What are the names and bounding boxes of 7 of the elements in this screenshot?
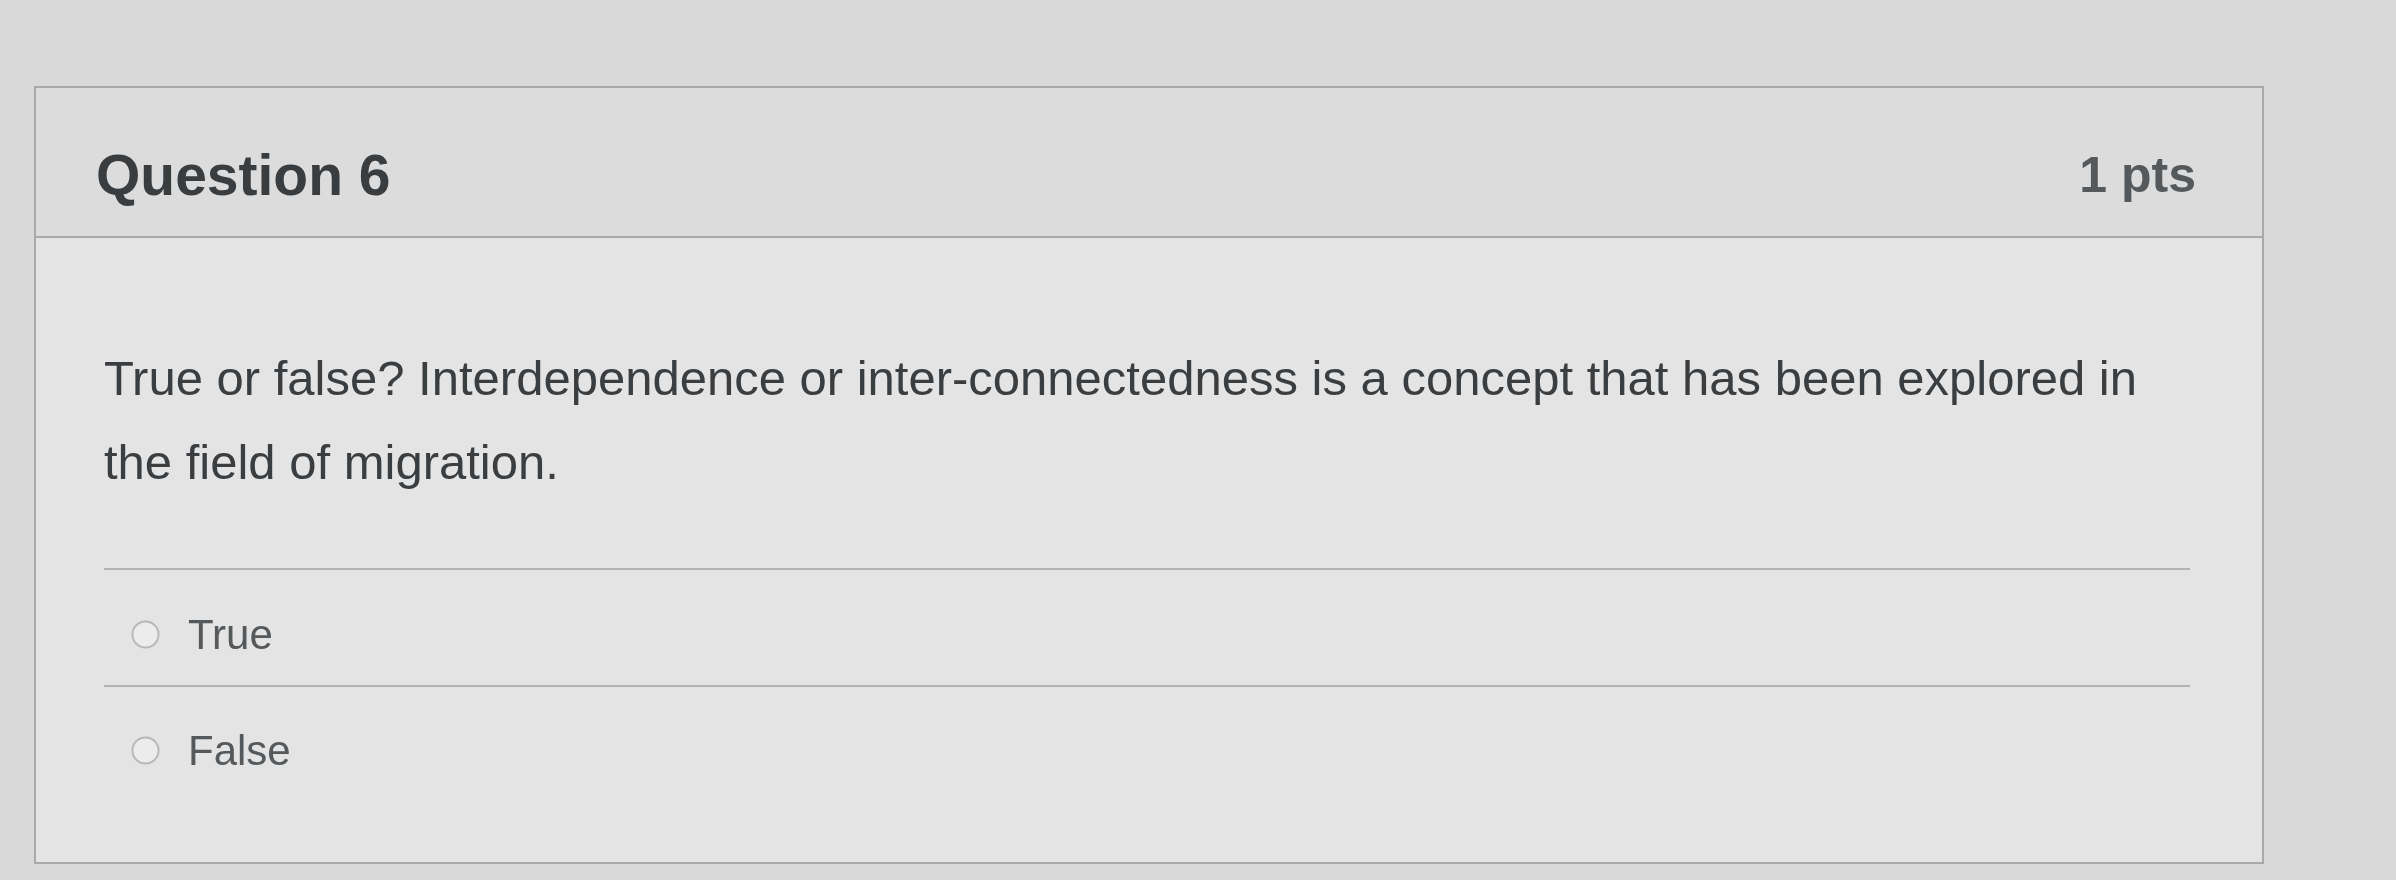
radio-button[interactable] — [131, 736, 160, 765]
question-text: True or false? Interdependence or inter-connectedness is a concept that has been explored in the field of migration. — [104, 350, 2138, 491]
question-points: 1 pts — [2079, 146, 2196, 204]
answer-label[interactable]: True — [188, 610, 273, 659]
radio-button[interactable] — [131, 620, 160, 649]
answer-label[interactable]: False — [188, 726, 291, 775]
question-title: Question 6 — [96, 142, 391, 208]
